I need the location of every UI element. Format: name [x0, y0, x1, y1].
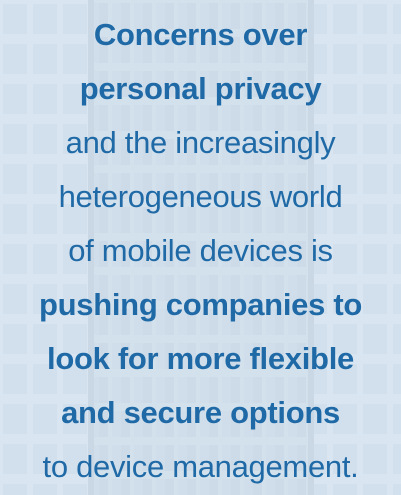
quote-line: look for more flexible — [47, 341, 354, 376]
quote-line: and the increasingly — [65, 125, 336, 160]
quote-line: to device management. — [42, 449, 359, 484]
quote-line: pushing companies to — [39, 287, 362, 322]
quote-line: heterogeneous world — [58, 179, 343, 214]
quote-line: personal privacy — [79, 71, 322, 106]
quote-line: of mobile devices is — [68, 233, 333, 268]
pull-quote-card: Concerns over personal privacy and the i… — [0, 0, 401, 495]
quote-line: Concerns over — [93, 17, 308, 52]
quote-line: and secure options — [61, 395, 340, 430]
pull-quote-text: Concerns over personal privacy and the i… — [0, 8, 401, 494]
